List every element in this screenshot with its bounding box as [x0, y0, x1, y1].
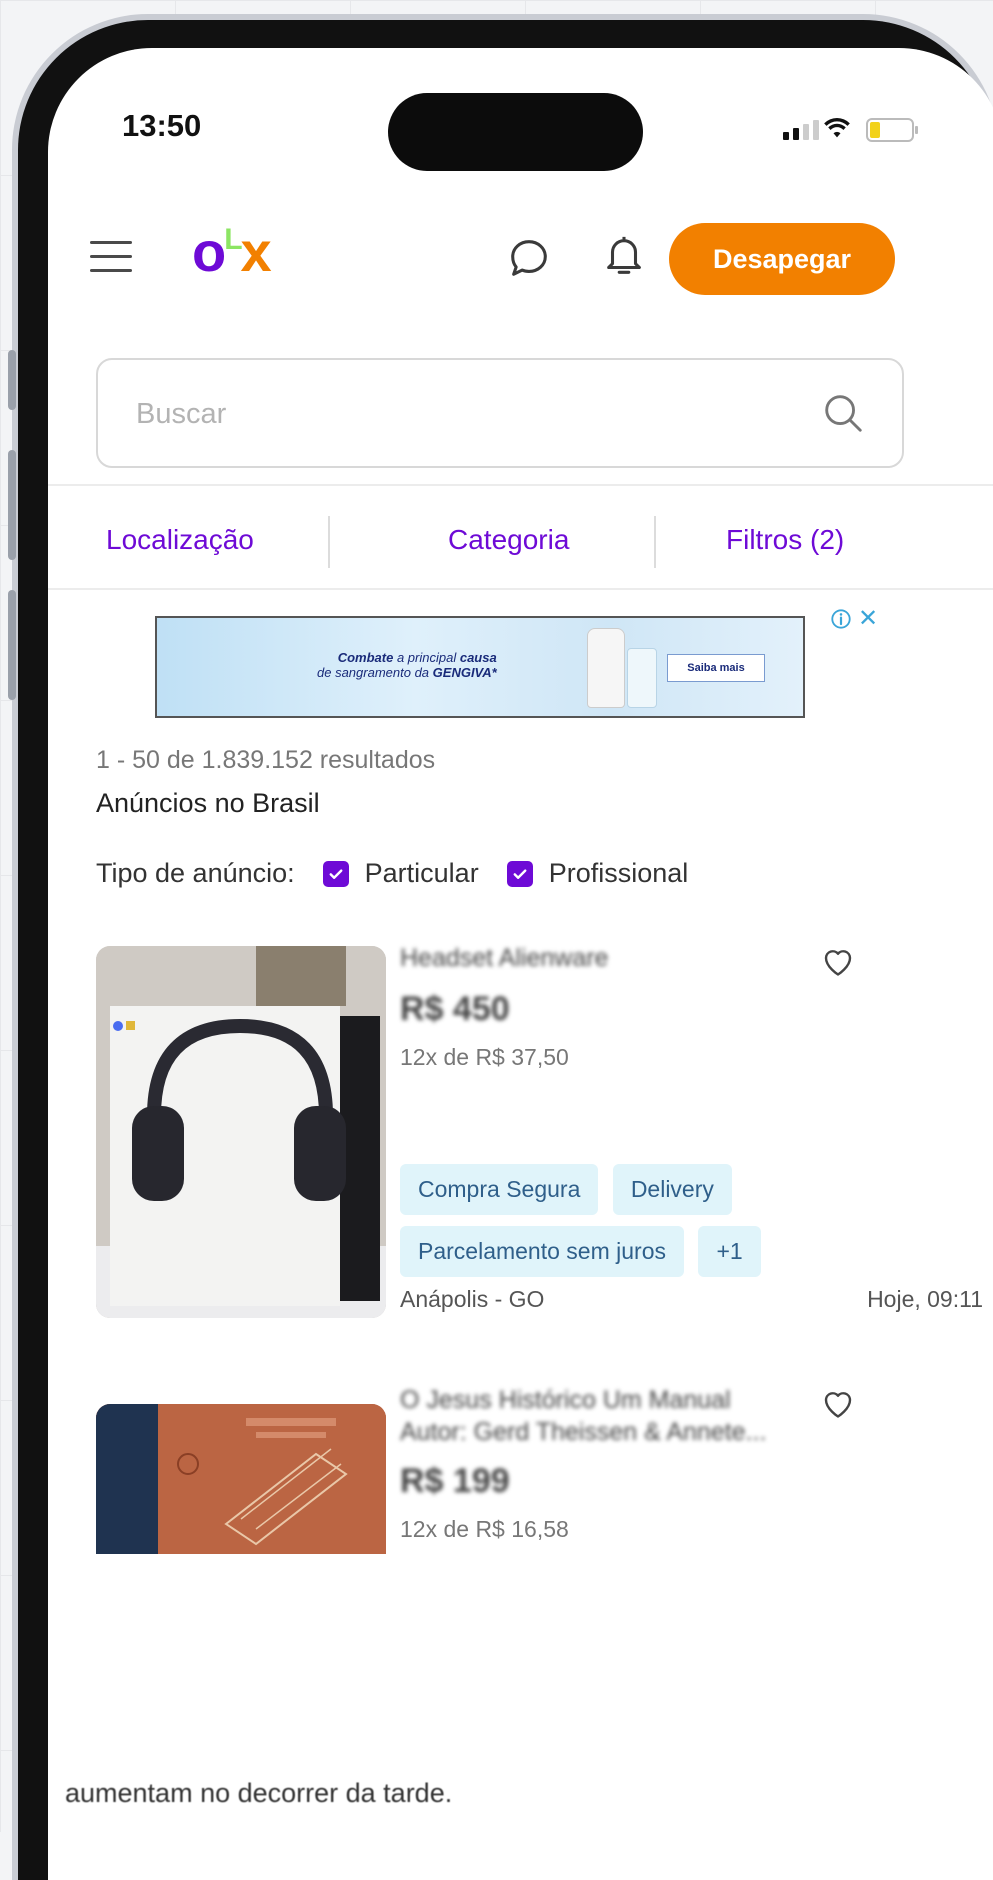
- listing-title[interactable]: O Jesus Histórico Um Manual Autor: Gerd …: [400, 1384, 800, 1448]
- tag-more[interactable]: +1: [698, 1226, 761, 1277]
- phone-side-button: [8, 350, 16, 410]
- ad-type-filter: Tipo de anúncio: Particular Profissional: [96, 858, 688, 889]
- ad-product-image: [627, 648, 657, 708]
- phone-side-button: [8, 450, 16, 560]
- tab-category[interactable]: Categoria: [448, 524, 569, 556]
- caption-text: aumentam no decorrer da tarde.: [65, 1778, 453, 1808]
- wifi-icon: [824, 117, 850, 138]
- close-icon[interactable]: ✕: [858, 607, 878, 631]
- ad-text: Combate a principal causa de sangramento…: [317, 650, 497, 680]
- bell-icon[interactable]: [601, 231, 647, 281]
- results-count: 1 - 50 de 1.839.152 resultados: [96, 746, 436, 774]
- listing-date: Hoje, 09:11: [867, 1286, 983, 1312]
- info-icon[interactable]: [830, 608, 852, 630]
- search-input[interactable]: [134, 390, 778, 438]
- check-icon: [513, 868, 527, 879]
- checkbox-profissional[interactable]: [506, 860, 533, 887]
- book-photo: [96, 1404, 386, 1554]
- check-icon: [329, 868, 343, 879]
- ad-cta-button[interactable]: Saiba mais: [667, 654, 765, 682]
- phone-side-button: [8, 590, 16, 700]
- filter-bar: Localização Categoria Filtros (2): [48, 488, 993, 592]
- signal-icon: [783, 120, 819, 140]
- checkbox-label-particular[interactable]: Particular: [365, 858, 479, 889]
- menu-icon[interactable]: [90, 241, 132, 273]
- battery-icon: [866, 118, 918, 142]
- app-header: oLx Desapegar: [48, 213, 993, 333]
- tag-delivery: Delivery: [612, 1164, 732, 1215]
- divider: [654, 516, 656, 568]
- headset-photo: [96, 946, 386, 1318]
- results-region: Anúncios no Brasil: [96, 788, 320, 818]
- tag-parcelamento: Parcelamento sem juros: [400, 1226, 684, 1277]
- listing-image[interactable]: [96, 946, 386, 1318]
- listing-price: R$ 199: [400, 1462, 510, 1500]
- desapegar-button[interactable]: Desapegar: [669, 223, 895, 295]
- listing-installments: 12x de R$ 37,50: [400, 1044, 569, 1070]
- chat-icon[interactable]: [506, 235, 552, 281]
- phone-frame: 13:50 oLx Desapegar Buscar Localização C…: [8, 20, 993, 1880]
- ad-type-label: Tipo de anúncio:: [96, 858, 295, 888]
- phone-screen: 13:50 oLx Desapegar Buscar Localização C…: [48, 48, 993, 1880]
- ad-banner[interactable]: Combate a principal causa de sangramento…: [155, 616, 805, 718]
- checkbox-label-profissional[interactable]: Profissional: [549, 858, 689, 889]
- divider: [48, 484, 993, 486]
- olx-logo[interactable]: oLx: [192, 219, 272, 284]
- dynamic-island: [388, 93, 643, 171]
- status-time: 13:50: [122, 108, 202, 143]
- listing-location: Anápolis - GO: [400, 1286, 545, 1312]
- divider: [328, 516, 330, 568]
- listing-title[interactable]: Headset Alienware: [400, 942, 800, 974]
- heart-icon[interactable]: [820, 944, 856, 978]
- ad-product-image: [587, 628, 625, 708]
- tab-filters[interactable]: Filtros (2): [726, 524, 844, 556]
- listing-installments: 12x de R$ 16,58: [400, 1516, 569, 1542]
- checkbox-particular[interactable]: [322, 860, 349, 887]
- status-bar: 13:50: [48, 48, 993, 171]
- tab-location[interactable]: Localização: [106, 524, 254, 556]
- listing-tags: Parcelamento sem juros +1: [400, 1226, 860, 1277]
- listing-tags: Compra Segura Delivery: [400, 1164, 860, 1215]
- search-box[interactable]: [96, 358, 904, 468]
- listing-price: R$ 450: [400, 990, 510, 1028]
- listing-image[interactable]: [96, 1404, 386, 1554]
- tag-compra-segura: Compra Segura: [400, 1164, 599, 1215]
- heart-icon[interactable]: [820, 1386, 856, 1420]
- divider: [48, 588, 993, 590]
- search-icon[interactable]: [820, 390, 866, 436]
